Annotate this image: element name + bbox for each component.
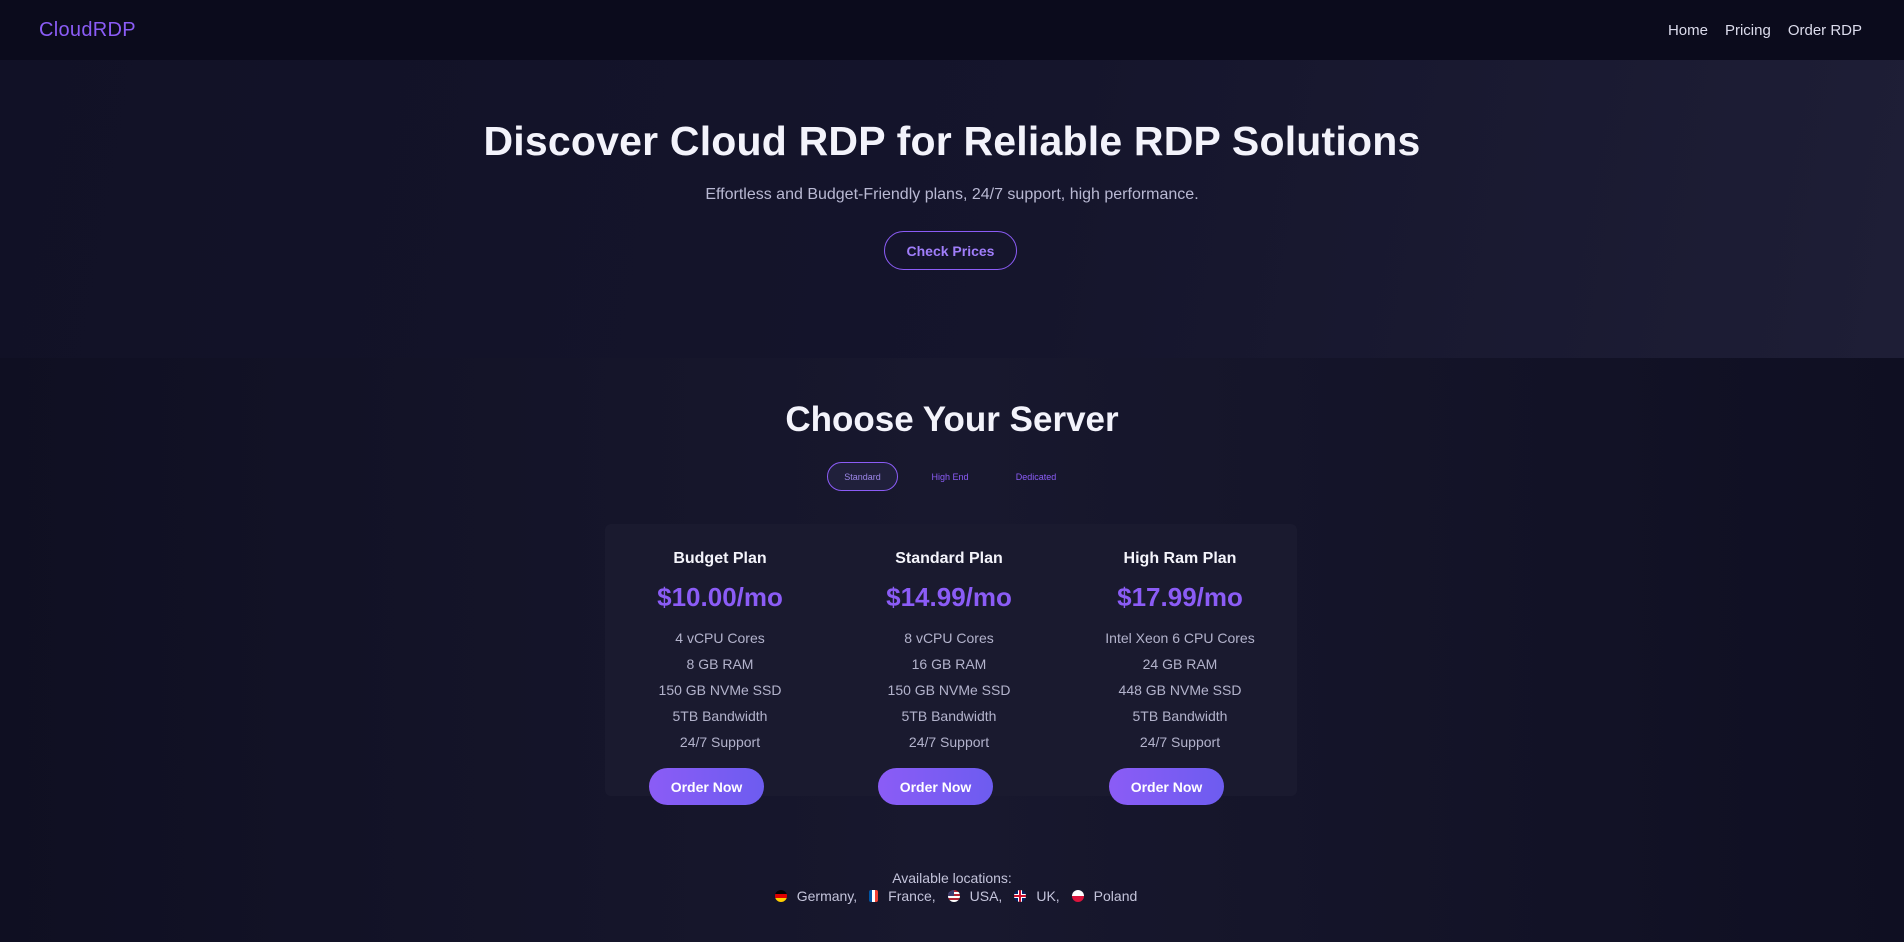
- hero-title: Discover Cloud RDP for Reliable RDP Solu…: [483, 118, 1421, 164]
- plan-features: Intel Xeon 6 CPU Cores 24 GB RAM 448 GB …: [1065, 630, 1295, 760]
- plan-feature: 16 GB RAM: [911, 656, 987, 672]
- location-uk: UK,: [1036, 888, 1060, 904]
- tab-high-end[interactable]: High End: [916, 462, 984, 491]
- plan-feature: 150 GB NVMe SSD: [658, 682, 782, 698]
- order-now-button[interactable]: Order Now: [878, 768, 993, 805]
- plan-features: 4 vCPU Cores 8 GB RAM 150 GB NVMe SSD 5T…: [605, 630, 835, 760]
- hero-subtitle: Effortless and Budget-Friendly plans, 24…: [705, 186, 1199, 203]
- nav-link-home[interactable]: Home: [1668, 22, 1708, 39]
- location-usa: USA,: [969, 888, 1003, 904]
- location-germany: Germany,: [796, 888, 858, 904]
- germany-flag-icon: [774, 890, 787, 902]
- plan-feature: 5TB Bandwidth: [672, 708, 768, 724]
- plan-feature: 24/7 Support: [1139, 734, 1221, 750]
- plan-feature: 8 vCPU Cores: [904, 630, 994, 646]
- available-locations: Available locations: Germany, France, US…: [0, 870, 1904, 904]
- hero-section: Discover Cloud RDP for Reliable RDP Solu…: [0, 60, 1904, 358]
- plan-name: High Ram Plan: [1123, 550, 1237, 567]
- plan-feature: 4 vCPU Cores: [675, 630, 765, 646]
- nav-link-pricing[interactable]: Pricing: [1725, 22, 1771, 39]
- plan-feature: Intel Xeon 6 CPU Cores: [1105, 630, 1255, 646]
- plan-feature: 8 GB RAM: [686, 656, 754, 672]
- plan-feature: 24/7 Support: [679, 734, 761, 750]
- location-france: France,: [888, 888, 936, 904]
- nav-link-order-rdp[interactable]: Order RDP: [1788, 22, 1862, 39]
- top-navbar: CloudRDP Home Pricing Order RDP: [0, 0, 1904, 60]
- locations-label: Available locations:: [892, 870, 1012, 886]
- pricing-title: Choose Your Server: [785, 400, 1119, 439]
- plan-name: Standard Plan: [895, 550, 1003, 567]
- usa-flag-icon: [947, 890, 960, 902]
- brand-logo[interactable]: CloudRDP: [39, 19, 136, 42]
- locations-list: Germany, France, USA, UK, Poland: [0, 888, 1904, 904]
- plan-price: $14.99/mo: [886, 582, 1012, 612]
- plan-name: Budget Plan: [673, 550, 767, 567]
- nav-links: Home Pricing Order RDP: [1668, 22, 1862, 39]
- tab-dedicated[interactable]: Dedicated: [1002, 462, 1070, 491]
- plan-feature: 24/7 Support: [908, 734, 990, 750]
- order-now-button[interactable]: Order Now: [649, 768, 764, 805]
- plan-feature: 5TB Bandwidth: [901, 708, 997, 724]
- uk-flag-icon: [1014, 890, 1027, 902]
- location-poland: Poland: [1093, 888, 1138, 904]
- poland-flag-icon: [1071, 890, 1084, 902]
- plan-price: $10.00/mo: [657, 582, 783, 612]
- france-flag-icon: [869, 890, 879, 902]
- plan-price: $17.99/mo: [1117, 582, 1243, 612]
- server-tabs: Standard High End Dedicated: [827, 462, 1070, 491]
- plan-card-standard: Standard Plan $14.99/mo 8 vCPU Cores 16 …: [834, 524, 1064, 805]
- plans-container: Budget Plan $10.00/mo 4 vCPU Cores 8 GB …: [605, 524, 1297, 805]
- pricing-section: Choose Your Server Standard High End Ded…: [0, 358, 1904, 942]
- plan-card-high-ram: High Ram Plan $17.99/mo Intel Xeon 6 CPU…: [1065, 524, 1295, 805]
- tab-standard[interactable]: Standard: [827, 462, 898, 491]
- check-prices-button[interactable]: Check Prices: [884, 231, 1017, 270]
- plan-feature: 150 GB NVMe SSD: [887, 682, 1011, 698]
- plan-card-budget: Budget Plan $10.00/mo 4 vCPU Cores 8 GB …: [605, 524, 835, 805]
- order-now-button[interactable]: Order Now: [1109, 768, 1224, 805]
- plan-feature: 5TB Bandwidth: [1132, 708, 1228, 724]
- plan-feature: 24 GB RAM: [1142, 656, 1218, 672]
- plan-features: 8 vCPU Cores 16 GB RAM 150 GB NVMe SSD 5…: [834, 630, 1064, 760]
- plan-feature: 448 GB NVMe SSD: [1118, 682, 1242, 698]
